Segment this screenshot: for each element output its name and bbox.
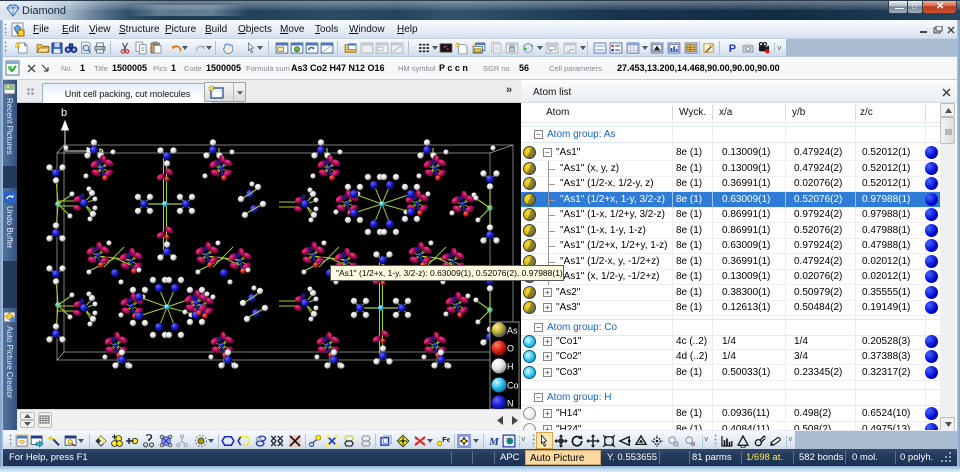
svg-text:O: O	[507, 344, 514, 354]
svg-text:M: M	[488, 436, 499, 448]
svg-text:Fe: Fe	[442, 435, 450, 444]
svg-text:H: H	[507, 362, 514, 372]
svg-text:As: As	[507, 326, 518, 336]
svg-text:N: N	[507, 399, 514, 409]
svg-text:b: b	[61, 107, 67, 119]
svg-text:Co: Co	[507, 381, 519, 391]
svg-text:P: P	[729, 43, 736, 55]
